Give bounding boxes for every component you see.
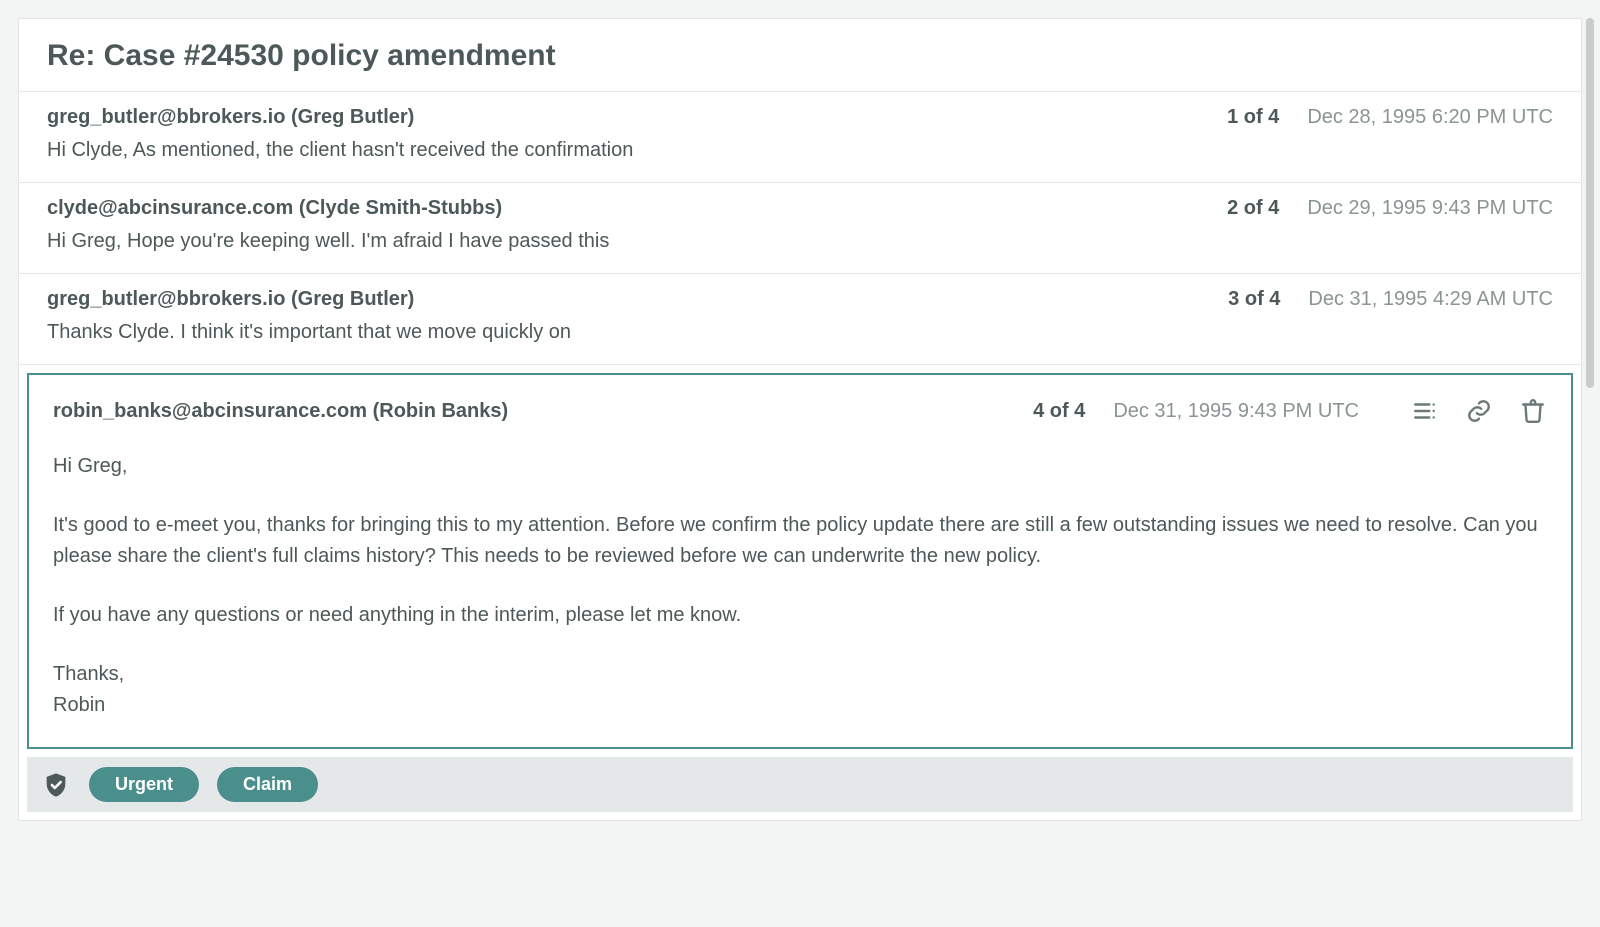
email-thread-card: Re: Case #24530 policy amendment greg_bu… — [18, 18, 1582, 821]
message-count: 2 of 4 — [1227, 197, 1279, 220]
body-greeting: Hi Greg, — [53, 451, 1547, 482]
trash-icon[interactable] — [1519, 397, 1547, 425]
message-date: Dec 31, 1995 9:43 PM UTC — [1113, 400, 1359, 423]
message-date: Dec 29, 1995 9:43 PM UTC — [1307, 197, 1553, 220]
shield-check-icon[interactable] — [41, 770, 71, 800]
message-date: Dec 28, 1995 6:20 PM UTC — [1307, 106, 1553, 129]
message-snippet: Hi Clyde, As mentioned, the client hasn'… — [47, 139, 1553, 162]
body-name: Robin — [53, 690, 1547, 721]
tag-urgent[interactable]: Urgent — [89, 767, 199, 802]
body-paragraph: It's good to e-meet you, thanks for brin… — [53, 510, 1547, 572]
message-count: 4 of 4 — [1033, 400, 1085, 423]
message-from: robin_banks@abcinsurance.com (Robin Bank… — [53, 400, 508, 423]
message-from: greg_butler@bbrokers.io (Greg Butler) — [47, 106, 414, 129]
list-icon[interactable] — [1411, 397, 1439, 425]
tag-bar: Urgent Claim — [27, 757, 1573, 812]
message-from: greg_butler@bbrokers.io (Greg Butler) — [47, 288, 414, 311]
message-snippet: Thanks Clyde. I think it's important tha… — [47, 321, 1553, 344]
scrollbar[interactable] — [1586, 18, 1594, 388]
collapsed-message[interactable]: greg_butler@bbrokers.io (Greg Butler) 3 … — [19, 274, 1581, 365]
expanded-message: robin_banks@abcinsurance.com (Robin Bank… — [27, 373, 1573, 749]
message-count: 3 of 4 — [1228, 288, 1280, 311]
message-date: Dec 31, 1995 4:29 AM UTC — [1308, 288, 1553, 311]
message-from: clyde@abcinsurance.com (Clyde Smith-Stub… — [47, 197, 502, 220]
collapsed-message[interactable]: clyde@abcinsurance.com (Clyde Smith-Stub… — [19, 183, 1581, 274]
body-signoff: Thanks, — [53, 659, 1547, 690]
body-paragraph: If you have any questions or need anythi… — [53, 600, 1547, 631]
message-snippet: Hi Greg, Hope you're keeping well. I'm a… — [47, 230, 1553, 253]
thread-subject: Re: Case #24530 policy amendment — [19, 19, 1581, 92]
collapsed-message[interactable]: greg_butler@bbrokers.io (Greg Butler) 1 … — [19, 92, 1581, 183]
link-icon[interactable] — [1465, 397, 1493, 425]
message-count: 1 of 4 — [1227, 106, 1279, 129]
tag-claim[interactable]: Claim — [217, 767, 318, 802]
message-body: Hi Greg, It's good to e-meet you, thanks… — [53, 451, 1547, 721]
